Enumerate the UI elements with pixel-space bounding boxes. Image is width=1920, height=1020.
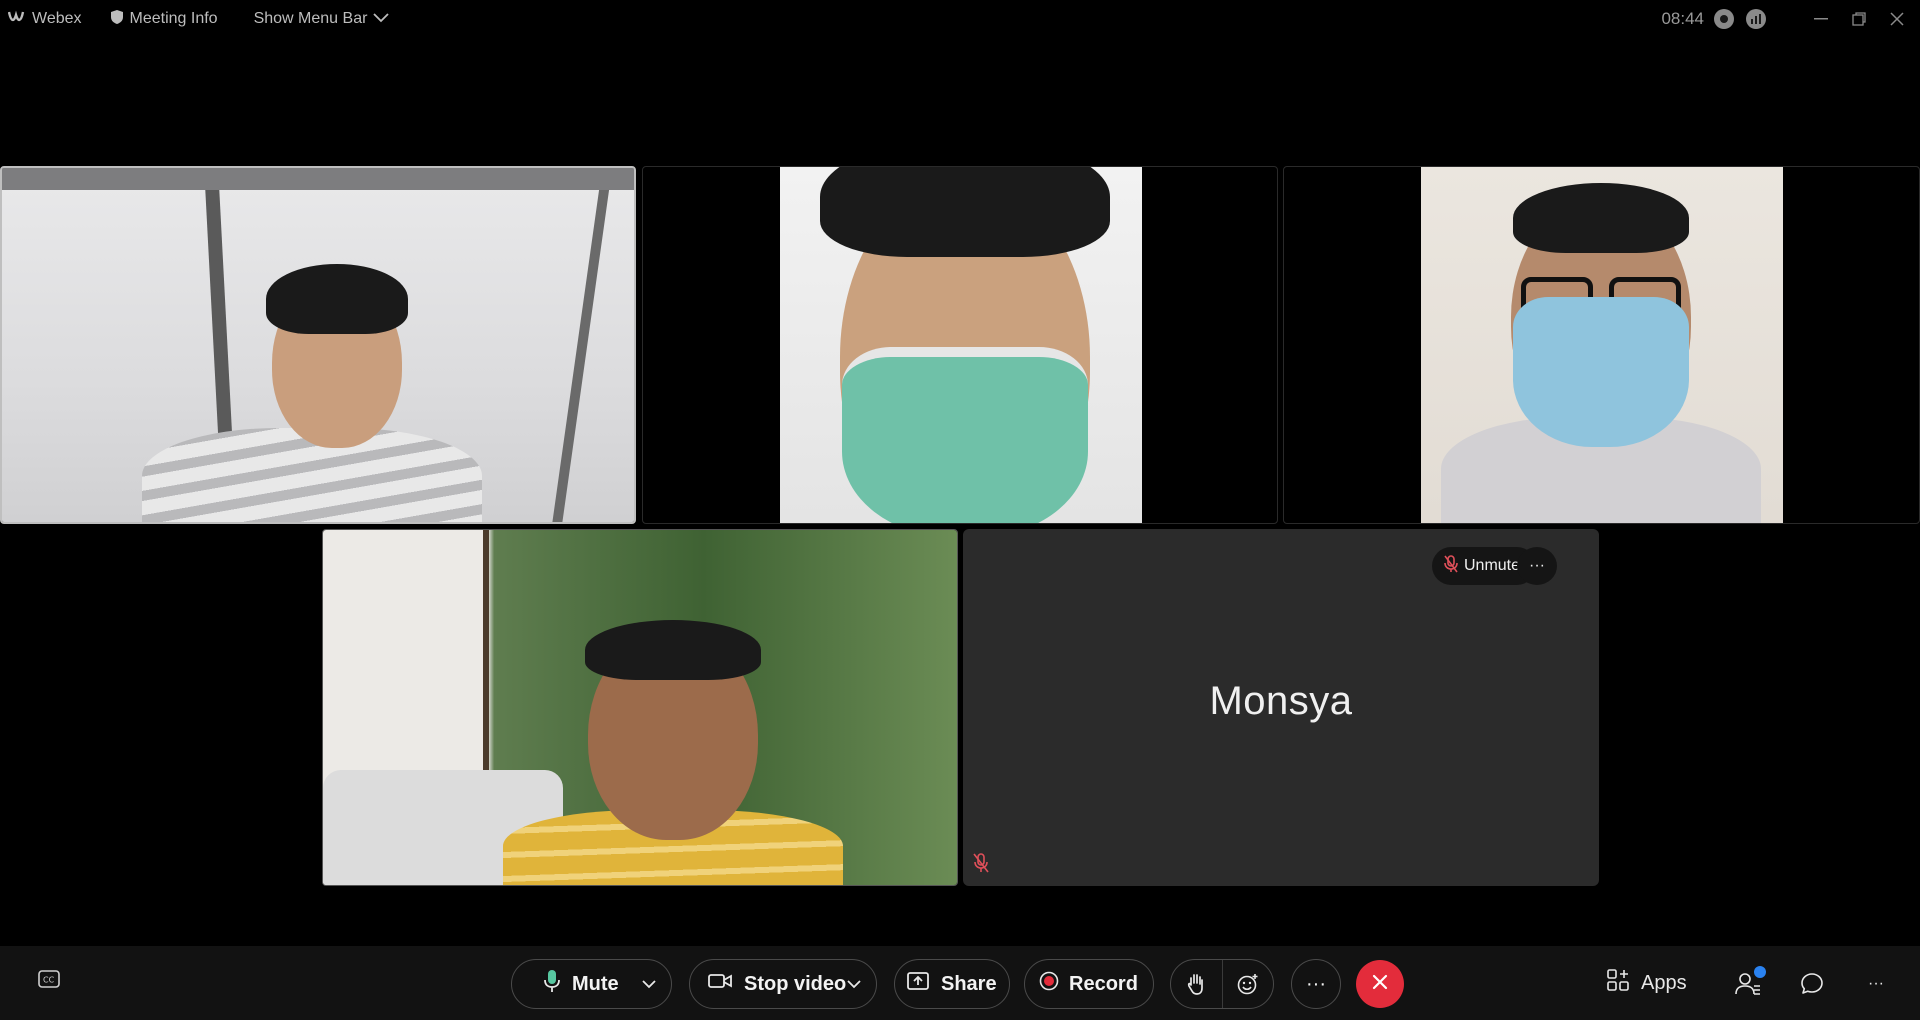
clock-time: 08:44 (1661, 9, 1704, 28)
participant-video-tile-1[interactable] (0, 166, 636, 524)
participant-name: Monsya (1209, 679, 1353, 723)
participant-video-2 (780, 167, 1142, 523)
stop-video-label: Stop video (744, 972, 847, 995)
minimize-icon[interactable] (1802, 0, 1840, 38)
close-icon[interactable] (1878, 0, 1916, 38)
participant-video-1 (2, 168, 634, 522)
more-icon[interactable]: ··· (1858, 966, 1894, 1002)
unmute-label: Unmute (1464, 557, 1521, 574)
show-menu-bar-button[interactable]: Show Menu Bar (254, 10, 390, 28)
reactions-icon[interactable] (1221, 960, 1273, 1008)
app-title: Webex (7, 10, 82, 29)
participant-video-4 (323, 530, 957, 885)
participant-more-button[interactable]: ··· (1517, 547, 1557, 585)
audio-options-chevron[interactable] (627, 960, 671, 1008)
title-bar: Webex Meeting Info Show Menu Bar 08:44 (0, 0, 1920, 38)
mic-icon (544, 969, 560, 999)
mic-muted-icon (973, 853, 989, 878)
svg-text:CC: CC (43, 976, 55, 985)
record-icon (1039, 971, 1059, 997)
mic-muted-icon (1444, 554, 1458, 578)
record-button[interactable]: Record (1024, 959, 1154, 1009)
meeting-info-label: Meeting Info (129, 10, 218, 27)
raise-hand-icon[interactable] (1171, 960, 1222, 1008)
participant-video-3 (1421, 167, 1783, 523)
record-status-icon[interactable] (1714, 9, 1734, 29)
participants-icon[interactable] (1730, 966, 1766, 1002)
record-label: Record (1069, 972, 1138, 995)
chat-icon[interactable] (1794, 966, 1830, 1002)
app-name: Webex (32, 10, 82, 27)
participant-video-tile-2[interactable] (642, 166, 1278, 524)
share-label: Share (941, 972, 997, 995)
participant-tile-monsya[interactable]: Unmute ··· Monsya (963, 529, 1599, 886)
restore-icon[interactable] (1840, 0, 1878, 38)
meeting-toolbar: CC Mute Stop video Share Record ··· Apps… (0, 946, 1920, 1020)
share-icon (907, 972, 929, 996)
more-icon: ··· (1529, 557, 1545, 574)
stop-video-button[interactable]: Stop video (689, 959, 877, 1009)
shield-icon (110, 9, 124, 30)
show-menu-bar-label: Show Menu Bar (253, 10, 368, 27)
meeting-info-button[interactable]: Meeting Info (110, 9, 218, 30)
more-icon: ··· (1306, 972, 1326, 995)
apps-button[interactable]: Apps (1607, 946, 1687, 1020)
captions-icon[interactable]: CC (38, 970, 60, 993)
participant-video-tile-4[interactable] (322, 529, 958, 886)
apps-icon (1607, 969, 1629, 997)
share-button[interactable]: Share (894, 959, 1010, 1009)
mute-button[interactable]: Mute (511, 959, 672, 1009)
hand-reactions-group (1170, 959, 1274, 1009)
participants-badge (1754, 966, 1766, 978)
video-icon (708, 972, 732, 996)
stats-icon[interactable] (1746, 9, 1766, 29)
chevron-down-icon (373, 10, 390, 28)
more-options-button[interactable]: ··· (1291, 959, 1341, 1009)
leave-icon (1372, 974, 1388, 995)
participant-video-tile-3[interactable] (1283, 166, 1920, 524)
webex-logo-icon (7, 10, 26, 29)
leave-meeting-button[interactable] (1356, 960, 1404, 1008)
mute-label: Mute (572, 972, 619, 995)
video-options-chevron[interactable] (832, 960, 876, 1008)
apps-label: Apps (1641, 971, 1687, 994)
